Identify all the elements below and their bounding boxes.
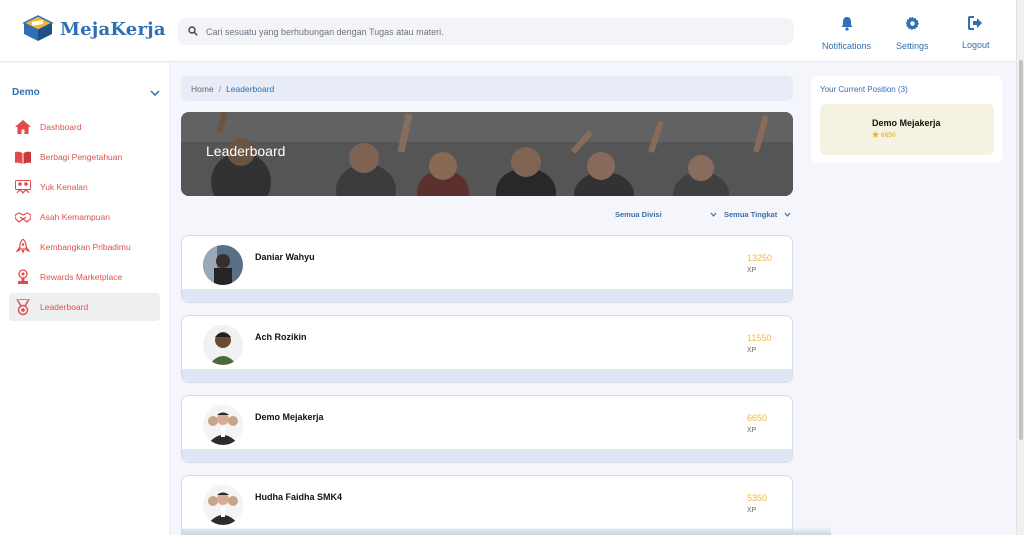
xp-label: XP [747, 347, 757, 354]
leaderboard-card[interactable]: Demo Mejakerja 6650 XP [181, 395, 793, 463]
logout-label: Logout [962, 40, 990, 50]
bell-icon [840, 16, 854, 36]
chevron-down-icon [784, 210, 791, 219]
sidebar-item-leaderboard[interactable]: Leaderboard [9, 293, 160, 321]
sidebar-item-label: Asah Kemampuan [40, 212, 110, 222]
sidebar-item-label: Kembangkan Pribadimu [40, 242, 131, 252]
leaderboard-card[interactable]: Daniar Wahyu 13250 XP [181, 235, 793, 303]
scrollbar-thumb[interactable] [1019, 60, 1023, 440]
logout-button[interactable]: Logout [962, 16, 990, 50]
brand-name: MejaKerja [60, 18, 166, 40]
home-icon [15, 119, 31, 135]
sidebar-item-kembangkan-pribadimu[interactable]: Kembangkan Pribadimu [9, 233, 160, 261]
rocket-icon [15, 239, 31, 255]
current-position-title: Your Current Position (3) [820, 85, 908, 94]
page-scrollbar[interactable] [1016, 0, 1024, 535]
card-footer [182, 449, 792, 462]
avatar [203, 245, 243, 285]
logout-icon [968, 16, 983, 35]
current-user-xp-value: 6650 [881, 132, 896, 139]
current-user-xp: 6650 [872, 131, 895, 140]
handshake-icon [15, 209, 31, 225]
card-footer [182, 289, 792, 302]
sidebar-item-rewards-marketplace[interactable]: Rewards Marketplace [9, 263, 160, 291]
player-xp: 13250 [747, 253, 773, 263]
brand-logo[interactable]: MejaKerja [22, 14, 166, 44]
player-xp: 6650 [747, 413, 768, 423]
notifications-label: Notifications [822, 41, 872, 51]
xp-label: XP [747, 427, 757, 434]
player-name: Hudha Faidha SMK4 [255, 492, 343, 502]
star-icon [872, 131, 879, 140]
settings-button[interactable]: Settings [896, 16, 929, 51]
division-filter[interactable]: Semua Divisi [615, 210, 717, 219]
division-filter-label: Semua Divisi [615, 210, 662, 219]
sidebar-item-berbagi-pengetahuan[interactable]: Berbagi Pengetahuan [9, 143, 160, 171]
top-bar: MejaKerja Notifications Settings Logout [0, 0, 1016, 62]
breadcrumb: Home / Leaderboard [181, 76, 793, 101]
chevron-down-icon [710, 210, 717, 219]
org-selector[interactable]: Demo [12, 83, 160, 101]
card-footer [182, 369, 792, 382]
xp-label: XP [747, 507, 757, 514]
current-position-panel: Your Current Position (3) Demo Mejakerja… [811, 76, 1002, 163]
sidebar-item-dashboard[interactable]: Dashboard [9, 113, 160, 141]
player-xp: 5350 [747, 493, 768, 503]
org-name: Demo [12, 86, 40, 98]
search-input[interactable] [206, 26, 766, 37]
gear-icon [905, 16, 920, 36]
sidebar-item-label: Rewards Marketplace [40, 272, 123, 282]
xp-label: XP [747, 267, 757, 274]
player-xp: 11550 [747, 333, 772, 343]
breadcrumb-home-link[interactable]: Home [191, 84, 214, 94]
sidebar-item-asah-kemampuan[interactable]: Asah Kemampuan [9, 203, 160, 231]
scroll-shadow [181, 527, 831, 535]
breadcrumb-separator: / [218, 83, 222, 94]
trophy-icon [15, 269, 31, 285]
search-icon [188, 23, 198, 41]
sidebar-item-label: Leaderboard [40, 302, 89, 312]
level-filter-label: Semua Tingkat [724, 210, 778, 219]
current-position-card: Demo Mejakerja 6650 [820, 104, 994, 155]
notifications-button[interactable]: Notifications [822, 16, 871, 51]
avatar [203, 325, 243, 365]
leaderboard-card[interactable]: Ach Rozikin 11550 XP [181, 315, 793, 383]
sidebar-item-yuk-kenalan[interactable]: Yuk Kenalan [9, 173, 160, 201]
sidebar: Demo Dashboard Berbagi Pengetahuan Yuk K… [0, 63, 170, 535]
book-icon [15, 149, 31, 165]
sidebar-item-label: Berbagi Pengetahuan [40, 152, 123, 162]
breadcrumb-current: Leaderboard [226, 83, 275, 94]
avatar [203, 485, 243, 525]
current-user-name: Demo Mejakerja [872, 118, 941, 128]
sidebar-item-label: Yuk Kenalan [40, 182, 88, 192]
player-name: Demo Mejakerja [255, 412, 324, 422]
leaderboard-banner: Leaderboard [181, 112, 793, 196]
medal-icon [15, 298, 31, 315]
leaderboard-card[interactable]: Hudha Faidha SMK4 5350 XP [181, 475, 793, 535]
banner-title: Leaderboard [206, 143, 286, 159]
people-icon [15, 179, 31, 195]
sidebar-menu: Dashboard Berbagi Pengetahuan Yuk Kenala… [9, 113, 160, 323]
desk-logo-icon [22, 14, 54, 44]
filters-row: Semua Divisi Semua Tingkat [181, 210, 793, 224]
chevron-down-icon [150, 83, 160, 101]
player-name: Daniar Wahyu [255, 252, 315, 262]
search-bar[interactable] [178, 18, 794, 45]
avatar [203, 405, 243, 445]
level-filter[interactable]: Semua Tingkat [724, 210, 791, 219]
settings-label: Settings [896, 41, 929, 51]
player-name: Ach Rozikin [255, 332, 307, 342]
sidebar-item-label: Dashboard [40, 122, 82, 132]
